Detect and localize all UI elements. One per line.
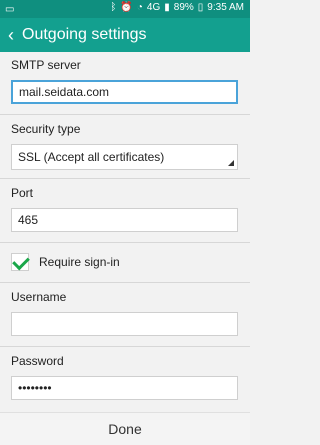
alarm-icon: ⏰	[120, 2, 133, 13]
smtp-server-value: mail.seidata.com	[19, 85, 110, 99]
footer-bar: Done	[0, 412, 250, 445]
password-label: Password	[11, 354, 64, 368]
wifi-icon: ◔	[136, 2, 143, 13]
password-value: ••••••••	[18, 381, 52, 395]
divider	[0, 178, 250, 179]
security-type-value: SSL (Accept all certificates)	[18, 150, 165, 164]
port-label: Port	[11, 186, 34, 200]
network-type: 4G	[146, 2, 161, 13]
status-left-icons: ▭	[5, 3, 14, 16]
require-signin-row[interactable]: Require sign-in	[11, 250, 238, 274]
checkmark-icon	[12, 252, 30, 271]
password-input[interactable]: ••••••••	[11, 376, 238, 400]
security-type-label: Security type	[11, 122, 81, 136]
battery-percent: 89%	[173, 2, 194, 13]
app-bar: ‹ Outgoing settings	[0, 18, 250, 52]
status-right-icons: ᛒ ⏰ ◔ 4G ▮ 89% ▯ 9:35 AM	[110, 2, 244, 14]
status-bar: ▭ ᛒ ⏰ ◔ 4G ▮ 89% ▯ 9:35 AM	[0, 0, 250, 18]
username-label: Username	[11, 290, 67, 304]
port-input[interactable]: 465	[11, 208, 238, 232]
done-button[interactable]: Done	[108, 421, 141, 437]
signal-icon: ▮	[164, 2, 170, 13]
notification-icon: ▭	[5, 4, 15, 15]
smtp-server-label: SMTP server	[11, 58, 81, 72]
bluetooth-icon: ᛒ	[110, 2, 117, 13]
dropdown-triangle-icon	[228, 160, 234, 166]
page-title: Outgoing settings	[22, 26, 147, 43]
outgoing-settings-form: SMTP server mail.seidata.com Security ty…	[0, 52, 250, 412]
divider	[0, 282, 250, 283]
require-signin-label: Require sign-in	[39, 255, 120, 269]
divider	[0, 346, 250, 347]
chevron-left-icon: ‹	[8, 24, 14, 45]
username-input[interactable]	[11, 312, 238, 336]
security-type-select[interactable]: SSL (Accept all certificates)	[11, 144, 238, 170]
smtp-server-input[interactable]: mail.seidata.com	[11, 80, 238, 104]
require-signin-checkbox[interactable]	[11, 252, 30, 271]
clock: 9:35 AM	[207, 2, 244, 13]
divider	[0, 242, 250, 243]
divider	[0, 114, 250, 115]
back-button[interactable]: ‹	[0, 18, 22, 52]
battery-icon: ▯	[197, 2, 204, 13]
port-value: 465	[18, 213, 39, 227]
